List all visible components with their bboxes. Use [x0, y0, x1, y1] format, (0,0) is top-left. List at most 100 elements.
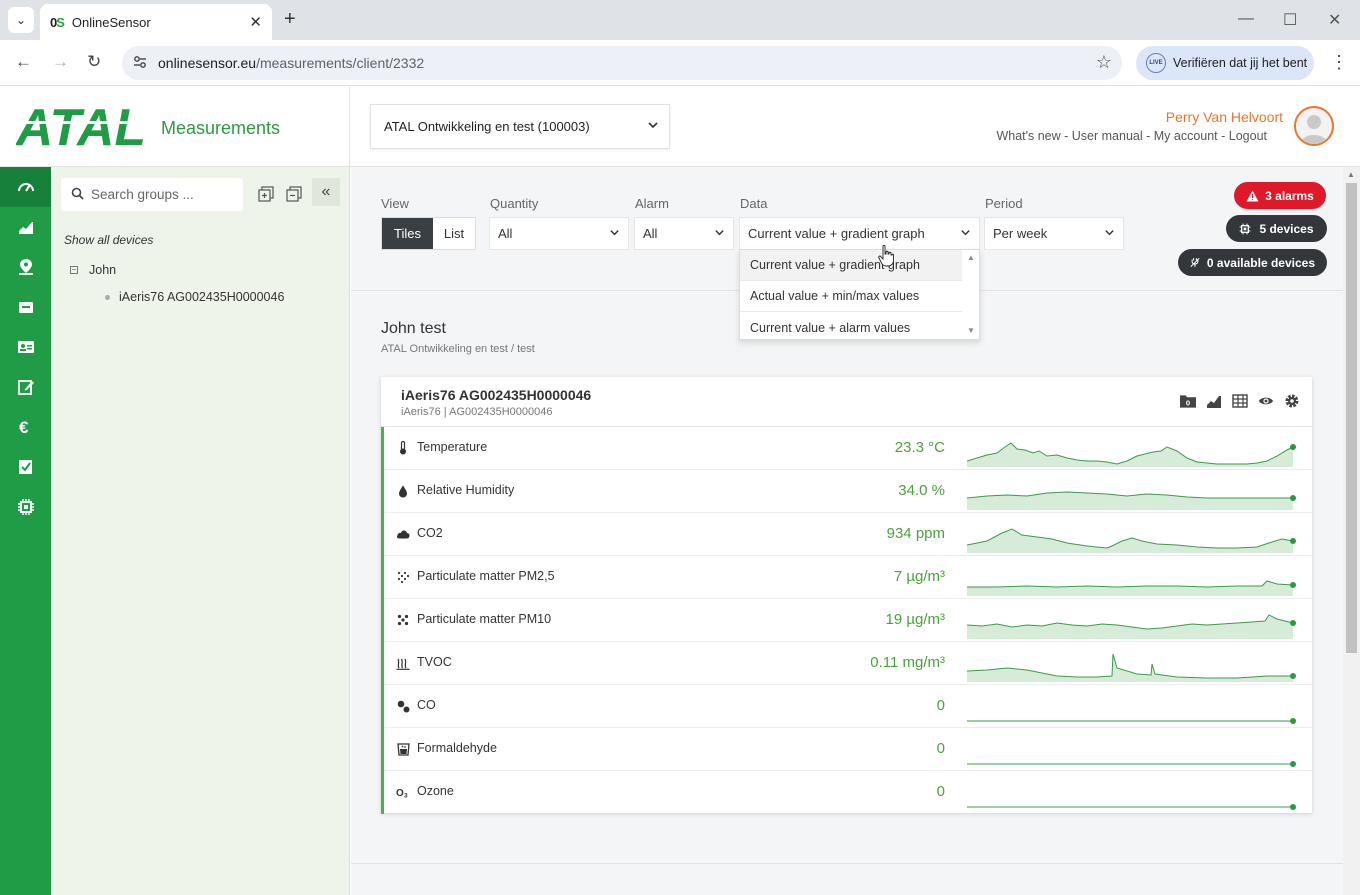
measurement-name: Relative Humidity — [417, 483, 515, 497]
folder-icon[interactable]: 0 — [1180, 393, 1196, 409]
browser-menu-icon[interactable]: ⋮ — [1330, 52, 1348, 73]
search-groups-input[interactable]: Search groups ... — [61, 178, 243, 211]
tree-collapse-icon[interactable]: − — [70, 266, 78, 274]
minimize-icon[interactable]: — — [1238, 10, 1254, 28]
quantity-select[interactable]: All — [489, 217, 629, 250]
browser-tab[interactable]: 0S OnlineSensor ✕ — [40, 4, 272, 40]
measurement-value: 23.3 °C — [894, 439, 945, 456]
collapse-sidebar-button[interactable]: « — [312, 178, 340, 206]
gradient-sparkline — [967, 614, 1296, 639]
eye-icon[interactable] — [1258, 393, 1274, 409]
device-subtitle: iAeris76 | AG002435H0000046 — [401, 406, 553, 418]
scroll-down-icon[interactable]: ▼ — [967, 326, 975, 335]
gear-icon[interactable] — [1284, 393, 1300, 409]
url-host: onlinesensor.eu — [158, 55, 257, 71]
nav-contacts[interactable] — [0, 327, 51, 367]
chart-icon[interactable] — [1206, 393, 1222, 409]
gradient-sparkline — [967, 761, 1296, 767]
atal-logo[interactable]: ATAL — [16, 101, 146, 151]
nav-inbox[interactable] — [0, 287, 51, 327]
nav-edit[interactable] — [0, 367, 51, 407]
devices-badge[interactable]: 5 devices — [1226, 215, 1327, 242]
nav-charts[interactable] — [0, 207, 51, 247]
measurement-row[interactable]: Relative Humidity 34.0 % — [384, 470, 1312, 513]
view-label: View — [381, 196, 409, 211]
measurement-name: Particulate matter PM10 — [417, 612, 552, 626]
window-close-icon[interactable]: ✕ — [1328, 10, 1341, 30]
devices-badge-label: 5 devices — [1259, 221, 1314, 236]
measurement-row[interactable]: Formaldehyde 0 — [384, 728, 1312, 771]
tab-search-button[interactable]: ⌄ — [8, 7, 34, 33]
tree-device-item[interactable]: iAeris76 AG002435H0000046 — [105, 290, 284, 304]
address-bar[interactable]: onlinesensor.eu/measurements/client/2332… — [122, 46, 1122, 80]
back-icon[interactable]: ← — [15, 52, 32, 72]
svg-text:0: 0 — [1186, 399, 1190, 408]
alarms-badge[interactable]: 3 alarms — [1234, 182, 1326, 209]
view-list-button[interactable]: List — [433, 218, 475, 249]
measurement-row[interactable]: O3 Ozone 0 — [384, 771, 1312, 814]
inbox-icon — [18, 302, 33, 313]
alarm-label: Alarm — [635, 196, 669, 211]
measurement-row[interactable]: Particulate matter PM2,5 7 µg/m³ — [384, 556, 1312, 599]
quantity-label: Quantity — [490, 196, 539, 211]
user-name[interactable]: Perry Van Helvoort — [1166, 109, 1283, 125]
measurement-row[interactable]: CO2 934 ppm — [384, 513, 1312, 556]
browser-tabbar: ⌄ 0S OnlineSensor ✕ + — ☐ ✕ — [0, 0, 1360, 40]
client-select[interactable]: ATAL Ontwikkeling en test (100003) — [370, 104, 670, 149]
chevron-down-icon — [1104, 227, 1115, 241]
reload-icon[interactable]: ↻ — [87, 52, 101, 72]
url-path: /measurements/client/2332 — [256, 55, 425, 71]
alarm-select[interactable]: All — [634, 217, 734, 250]
table-icon[interactable] — [1232, 393, 1248, 409]
maximize-icon[interactable]: ☐ — [1283, 10, 1297, 30]
measurement-value: 0 — [936, 740, 945, 757]
filter-bar: View Tiles List Quantity All Alarm All D… — [351, 167, 1343, 340]
scrollbar-thumb[interactable] — [1346, 183, 1357, 653]
period-select-value: Per week — [993, 226, 1048, 241]
measurement-row[interactable]: CO 0 — [384, 685, 1312, 728]
period-label: Period — [985, 196, 1023, 211]
bookmark-star-icon[interactable]: ☆ — [1096, 52, 1112, 73]
forward-icon[interactable]: → — [52, 52, 69, 72]
tree-group-john[interactable]: − John — [70, 263, 116, 277]
chevron-down-icon — [714, 227, 725, 241]
measurement-value: 0 — [936, 783, 945, 800]
nav-billing[interactable]: € — [0, 407, 51, 447]
data-option-gradient[interactable]: Current value + gradient graph — [740, 250, 964, 281]
device-title[interactable]: iAeris76 AG002435H0000046 — [401, 387, 591, 403]
data-option-minmax[interactable]: Actual value + min/max values — [740, 281, 964, 312]
show-all-devices-link[interactable]: Show all devices — [64, 233, 153, 247]
nav-tasks[interactable] — [0, 447, 51, 487]
page-scrollbar[interactable]: ▲ — [1343, 167, 1360, 895]
device-card: iAeris76 AG002435H0000046 iAeris76 | AG0… — [381, 377, 1312, 814]
verify-identity-button[interactable]: LIVE Verifiëren dat jij het bent — [1136, 46, 1314, 80]
measurement-row[interactable]: TVOC 0.11 mg/m³ — [384, 642, 1312, 685]
svg-text:O: O — [396, 788, 404, 798]
nav-dashboard[interactable] — [0, 167, 51, 207]
measurement-row[interactable]: Particulate matter PM10 19 µg/m³ — [384, 599, 1312, 642]
period-select[interactable]: Per week — [984, 217, 1124, 250]
data-option-alarm[interactable]: Current value + alarm values — [740, 312, 964, 343]
map-pin-icon — [18, 259, 33, 275]
avatar[interactable] — [1294, 106, 1334, 146]
expand-all-icon — [257, 185, 274, 202]
site-settings-icon[interactable] — [132, 54, 148, 73]
measurement-name: Formaldehyde — [417, 741, 497, 755]
scroll-up-icon[interactable]: ▲ — [1347, 170, 1355, 179]
available-devices-badge[interactable]: 0 available devices — [1178, 249, 1327, 276]
view-tiles-button[interactable]: Tiles — [382, 218, 433, 249]
scroll-up-icon[interactable]: ▲ — [967, 253, 975, 262]
search-placeholder: Search groups ... — [91, 187, 194, 202]
expand-all-button[interactable] — [252, 180, 279, 207]
measurement-row[interactable]: Temperature 23.3 °C — [384, 427, 1312, 470]
data-select[interactable]: Current value + gradient graph — [739, 217, 980, 250]
view-toggle: Tiles List — [381, 217, 476, 250]
new-tab-button[interactable]: + — [284, 8, 296, 31]
nav-devices[interactable] — [0, 487, 51, 527]
edit-icon — [17, 380, 34, 395]
user-links[interactable]: What's new - User manual - My account - … — [996, 129, 1267, 143]
dropdown-scrollbar[interactable]: ▲ ▼ — [962, 250, 979, 339]
nav-map[interactable] — [0, 247, 51, 287]
tab-close-icon[interactable]: ✕ — [249, 13, 262, 31]
collapse-all-button[interactable] — [280, 180, 307, 207]
